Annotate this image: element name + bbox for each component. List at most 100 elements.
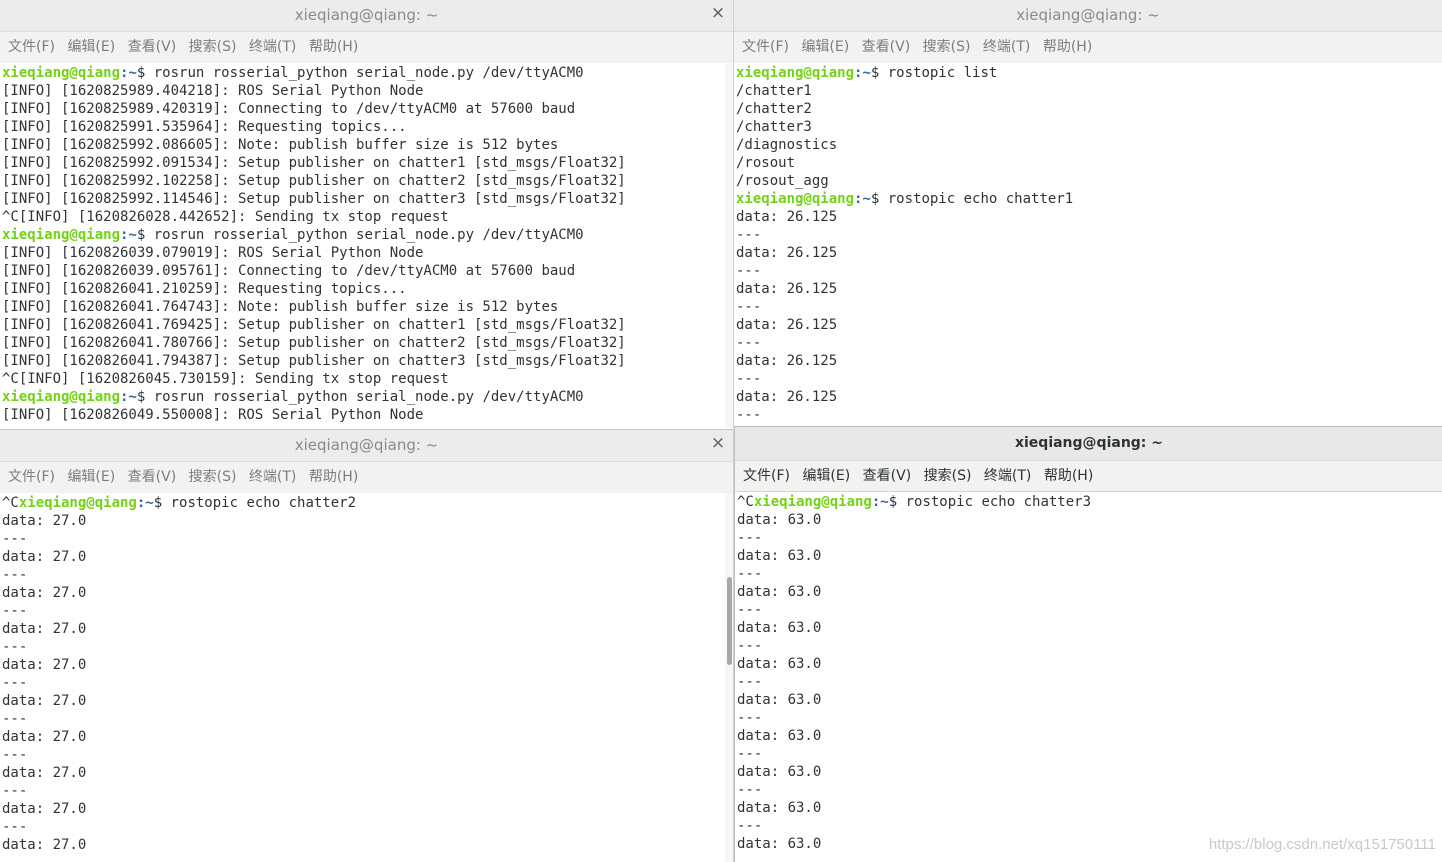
output-line: /chatter1	[736, 83, 812, 99]
output-line: data: 27.0	[2, 657, 87, 673]
menu-bar: 文件(F) 编辑(E) 查看(V) 搜索(S) 终端(T) 帮助(H)	[0, 461, 733, 494]
menu-file[interactable]: 文件(F)	[743, 461, 790, 491]
menu-view[interactable]: 查看(V)	[862, 32, 911, 63]
menu-bar: 文件(F) 编辑(E) 查看(V) 搜索(S) 终端(T) 帮助(H)	[734, 31, 1442, 64]
watermark: https://blog.csdn.net/xq151750111	[1208, 836, 1436, 853]
menu-bar: 文件(F) 编辑(E) 查看(V) 搜索(S) 终端(T) 帮助(H)	[0, 31, 733, 64]
prompt-line: xieqiang@qiang:~$ rosrun rosserial_pytho…	[2, 226, 733, 244]
output-line: ---	[2, 603, 28, 619]
menu-terminal[interactable]: 终端(T)	[983, 32, 1030, 63]
output-line: ---	[737, 530, 763, 546]
menu-help[interactable]: 帮助(H)	[309, 32, 358, 63]
menu-view[interactable]: 查看(V)	[863, 461, 912, 491]
output-line: data: 27.0	[2, 801, 87, 817]
output-line: ---	[737, 602, 763, 618]
menu-file[interactable]: 文件(F)	[742, 32, 789, 63]
scrollbar[interactable]	[725, 63, 733, 428]
output-line: data: 27.0	[2, 585, 87, 601]
terminal-window-bottom-left[interactable]: xieqiang@qiang: ~ × 文件(F) 编辑(E) 查看(V) 搜索…	[0, 429, 734, 862]
output-line: ^C[INFO] [1620826028.442652]: Sending tx…	[2, 209, 449, 225]
output-line: ---	[2, 531, 28, 547]
close-icon[interactable]: ×	[709, 430, 727, 458]
terminal-output[interactable]: xieqiang@qiang:~$ rostopic list/chatter1…	[734, 63, 1442, 422]
output-line: data: 26.125	[736, 353, 838, 369]
menu-edit[interactable]: 编辑(E)	[67, 32, 115, 63]
output-line: ---	[2, 639, 28, 655]
close-icon[interactable]: ×	[709, 0, 727, 28]
menu-terminal[interactable]: 终端(T)	[249, 462, 296, 493]
window-title: xieqiang@qiang: ~	[294, 436, 439, 454]
terminal-output[interactable]: ^Cxieqiang@qiang:~$ rostopic echo chatte…	[735, 492, 1442, 862]
prompt-line: xieqiang@qiang:~$ rostopic list	[736, 64, 1442, 82]
terminal-output[interactable]: ^Cxieqiang@qiang:~$ rostopic echo chatte…	[0, 493, 733, 862]
window-titlebar[interactable]: xieqiang@qiang: ~	[734, 0, 1442, 31]
output-line: ---	[2, 711, 28, 727]
output-line: ---	[2, 675, 28, 691]
output-line: [INFO] [1620826041.794387]: Setup publis…	[2, 353, 626, 369]
prompt-path: :~	[120, 227, 137, 243]
menu-help[interactable]: 帮助(H)	[1043, 32, 1092, 63]
output-line: [INFO] [1620826049.550008]: ROS Serial P…	[2, 407, 424, 423]
menu-view[interactable]: 查看(V)	[128, 32, 177, 63]
prompt-command: $ rosrun rosserial_python serial_node.py…	[136, 65, 584, 81]
output-line: ---	[737, 818, 763, 834]
interrupt-marker: ^C	[737, 494, 754, 510]
output-line: [INFO] [1620825992.086605]: Note: publis…	[2, 137, 559, 153]
prompt-user: xieqiang@qiang	[2, 389, 121, 405]
terminal-window-top-left[interactable]: xieqiang@qiang: ~ × 文件(F) 编辑(E) 查看(V) 搜索…	[0, 0, 734, 428]
prompt-path: :~	[871, 494, 889, 510]
output-line: ---	[2, 567, 28, 583]
prompt-user: xieqiang@qiang	[2, 65, 121, 81]
menu-search[interactable]: 搜索(S)	[923, 32, 971, 63]
output-line: ---	[736, 299, 762, 315]
prompt-line: xieqiang@qiang:~$ rosrun rosserial_pytho…	[2, 64, 733, 82]
window-titlebar[interactable]: xieqiang@qiang: ~ ×	[0, 430, 733, 461]
output-line: ---	[736, 335, 762, 351]
menu-search[interactable]: 搜索(S)	[924, 461, 972, 491]
menu-terminal[interactable]: 终端(T)	[984, 461, 1031, 491]
prompt-user: xieqiang@qiang	[18, 495, 137, 511]
output-line: [INFO] [1620825991.535964]: Requesting t…	[2, 119, 407, 135]
window-titlebar[interactable]: xieqiang@qiang: ~	[735, 427, 1442, 460]
prompt-line: ^Cxieqiang@qiang:~$ rostopic echo chatte…	[737, 493, 1442, 511]
menu-edit[interactable]: 编辑(E)	[67, 462, 115, 493]
output-line: data: 26.125	[736, 389, 838, 405]
output-line: data: 27.0	[2, 549, 87, 565]
output-line: /rosout	[736, 155, 796, 171]
menu-help[interactable]: 帮助(H)	[1044, 461, 1093, 491]
menu-edit[interactable]: 编辑(E)	[802, 461, 850, 491]
menu-edit[interactable]: 编辑(E)	[801, 32, 849, 63]
output-line: data: 26.125	[736, 317, 838, 333]
terminal-window-top-right[interactable]: xieqiang@qiang: ~ 文件(F) 编辑(E) 查看(V) 搜索(S…	[734, 0, 1442, 422]
terminal-window-bottom-right[interactable]: xieqiang@qiang: ~ 文件(F) 编辑(E) 查看(V) 搜索(S…	[734, 426, 1442, 862]
output-line: [INFO] [1620826041.210259]: Requesting t…	[2, 281, 407, 297]
menu-help[interactable]: 帮助(H)	[309, 462, 358, 493]
output-line: ---	[2, 819, 28, 835]
prompt-user: xieqiang@qiang	[753, 494, 872, 510]
menu-terminal[interactable]: 终端(T)	[249, 32, 296, 63]
scrollbar[interactable]	[725, 493, 733, 862]
output-line: data: 63.0	[737, 548, 822, 564]
output-line: data: 27.0	[2, 513, 87, 529]
output-line: data: 63.0	[737, 764, 822, 780]
terminal-output[interactable]: xieqiang@qiang:~$ rosrun rosserial_pytho…	[0, 63, 733, 428]
interrupt-marker: ^C	[2, 495, 19, 511]
prompt-path: :~	[120, 65, 137, 81]
prompt-command: $ rostopic echo chatter3	[888, 494, 1092, 510]
menu-file[interactable]: 文件(F)	[8, 462, 55, 493]
prompt-path: :~	[120, 389, 137, 405]
output-line: /chatter2	[736, 101, 812, 117]
output-line: data: 27.0	[2, 837, 87, 853]
menu-view[interactable]: 查看(V)	[128, 462, 177, 493]
menu-file[interactable]: 文件(F)	[8, 32, 55, 63]
output-line: ---	[737, 710, 763, 726]
menu-search[interactable]: 搜索(S)	[189, 32, 237, 63]
output-line: [INFO] [1620826041.780766]: Setup publis…	[2, 335, 626, 351]
scrollbar-thumb[interactable]	[727, 577, 732, 665]
prompt-path: :~	[854, 191, 871, 207]
window-titlebar[interactable]: xieqiang@qiang: ~ ×	[0, 0, 733, 31]
menu-search[interactable]: 搜索(S)	[189, 462, 237, 493]
prompt-path: :~	[854, 65, 871, 81]
output-line: ---	[2, 783, 28, 799]
prompt-command: $ rostopic echo chatter1	[870, 191, 1074, 207]
